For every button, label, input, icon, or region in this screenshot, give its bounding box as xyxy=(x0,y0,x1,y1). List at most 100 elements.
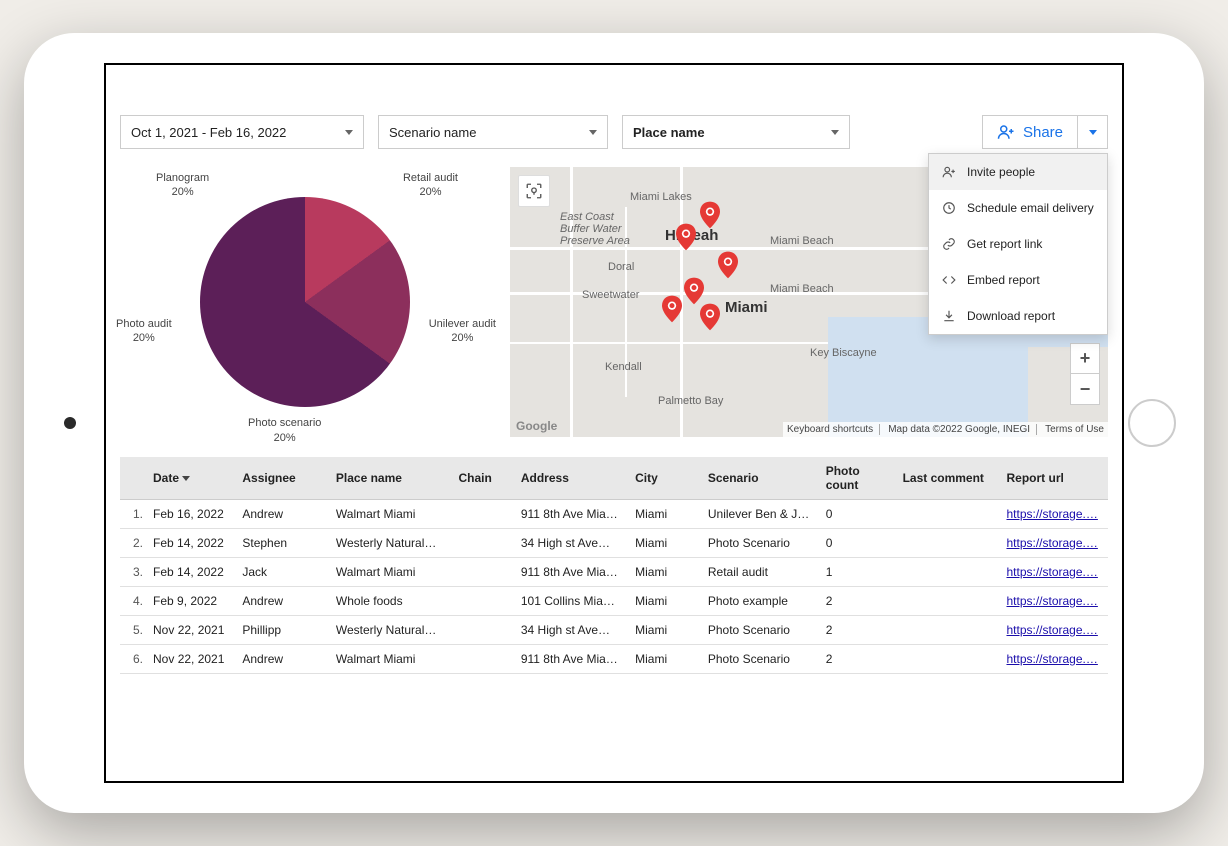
map-pin-icon[interactable] xyxy=(684,277,704,305)
report-link[interactable]: https://storage.… xyxy=(1006,507,1097,521)
cell-city: Miami xyxy=(629,616,702,645)
cell-report-url: https://storage.… xyxy=(1000,558,1108,587)
pie-label-planogram: Planogram20% xyxy=(156,171,209,200)
share-menu-download[interactable]: Download report xyxy=(929,298,1107,334)
place-filter[interactable]: Place name xyxy=(622,115,850,149)
table-header-row: Date Assignee Place name Chain Address C… xyxy=(120,457,1108,500)
map-pin-icon[interactable] xyxy=(700,201,720,229)
report-link[interactable]: https://storage.… xyxy=(1006,594,1097,608)
cell-photo-count: 0 xyxy=(820,529,897,558)
cell-chain xyxy=(453,500,515,529)
cell-place: Walmart Miami xyxy=(330,500,453,529)
table-row[interactable]: 6.Nov 22, 2021AndrewWalmart Miami911 8th… xyxy=(120,645,1108,674)
report-link[interactable]: https://storage.… xyxy=(1006,652,1097,666)
map-pin-icon[interactable] xyxy=(718,251,738,279)
map-label: Miami Beach xyxy=(770,235,834,247)
google-logo: Google xyxy=(516,419,557,433)
cell-address: 911 8th Ave Mia… xyxy=(515,645,629,674)
cell-photo-count: 1 xyxy=(820,558,897,587)
share-button-label: Share xyxy=(1023,124,1063,141)
share-button[interactable]: Share xyxy=(982,115,1078,149)
col-assignee[interactable]: Assignee xyxy=(236,457,330,500)
share-menu-schedule[interactable]: Schedule email delivery xyxy=(929,190,1107,226)
share-menu-invite[interactable]: Invite people xyxy=(929,154,1107,190)
col-address[interactable]: Address xyxy=(515,457,629,500)
map-terms-link[interactable]: Terms of Use xyxy=(1045,424,1104,435)
report-link[interactable]: https://storage.… xyxy=(1006,536,1097,550)
map-label: Miami Lakes xyxy=(630,191,692,203)
code-icon xyxy=(941,272,957,288)
chevron-down-icon xyxy=(1089,130,1097,135)
table-row[interactable]: 2.Feb 14, 2022StephenWesterly Natural…34… xyxy=(120,529,1108,558)
share-menu: Invite people Schedule email delivery Ge… xyxy=(928,153,1108,335)
pie-chart: Planogram20% Retail audit20% Unilever au… xyxy=(120,167,490,437)
row-index: 1. xyxy=(120,500,147,529)
share-menu-embed[interactable]: Embed report xyxy=(929,262,1107,298)
cell-chain xyxy=(453,587,515,616)
table-row[interactable]: 1.Feb 16, 2022AndrewWalmart Miami911 8th… xyxy=(120,500,1108,529)
cell-last-comment xyxy=(897,616,1001,645)
filter-toolbar: Oct 1, 2021 - Feb 16, 2022 Scenario name… xyxy=(120,115,1108,149)
report-link[interactable]: https://storage.… xyxy=(1006,565,1097,579)
date-range-filter[interactable]: Oct 1, 2021 - Feb 16, 2022 xyxy=(120,115,364,149)
charts-row: Planogram20% Retail audit20% Unilever au… xyxy=(120,167,1108,437)
map-pin-icon[interactable] xyxy=(700,303,720,331)
map-label: Palmetto Bay xyxy=(658,395,723,407)
pie-label-unilever-audit: Unilever audit20% xyxy=(429,317,496,346)
map-data-text: Map data ©2022 Google, INEGI xyxy=(888,424,1037,435)
cell-scenario: Photo example xyxy=(702,587,820,616)
cell-date: Nov 22, 2021 xyxy=(147,616,236,645)
cell-date: Feb 16, 2022 xyxy=(147,500,236,529)
col-chain[interactable]: Chain xyxy=(453,457,515,500)
row-index: 5. xyxy=(120,616,147,645)
map-shortcuts-link[interactable]: Keyboard shortcuts xyxy=(787,424,880,435)
cell-address: 911 8th Ave Mia… xyxy=(515,558,629,587)
cell-date: Feb 14, 2022 xyxy=(147,558,236,587)
zoom-out-button[interactable]: − xyxy=(1071,374,1099,404)
share-dropdown-toggle[interactable] xyxy=(1078,115,1108,149)
cell-chain xyxy=(453,558,515,587)
share-menu-link[interactable]: Get report link xyxy=(929,226,1107,262)
table-row[interactable]: 3.Feb 14, 2022JackWalmart Miami911 8th A… xyxy=(120,558,1108,587)
map-pin-icon[interactable] xyxy=(662,295,682,323)
sort-desc-icon xyxy=(182,476,190,481)
cell-assignee: Jack xyxy=(236,558,330,587)
cell-photo-count: 0 xyxy=(820,500,897,529)
col-place[interactable]: Place name xyxy=(330,457,453,500)
person-add-icon xyxy=(997,123,1015,141)
table-row[interactable]: 5.Nov 22, 2021PhillippWesterly Natural…3… xyxy=(120,616,1108,645)
tablet-frame: Oct 1, 2021 - Feb 16, 2022 Scenario name… xyxy=(24,33,1204,813)
map-locate-button[interactable] xyxy=(518,175,550,207)
place-filter-label: Place name xyxy=(633,125,705,140)
cell-date: Feb 9, 2022 xyxy=(147,587,236,616)
cell-report-url: https://storage.… xyxy=(1000,587,1108,616)
cell-place: Whole foods xyxy=(330,587,453,616)
zoom-in-button[interactable]: + xyxy=(1071,344,1099,374)
cell-scenario: Retail audit xyxy=(702,558,820,587)
cell-scenario: Unilever Ben & J… xyxy=(702,500,820,529)
cell-date: Nov 22, 2021 xyxy=(147,645,236,674)
report-link[interactable]: https://storage.… xyxy=(1006,623,1097,637)
cell-last-comment xyxy=(897,558,1001,587)
col-photo-count[interactable]: Photo count xyxy=(820,457,897,500)
map-attribution: Keyboard shortcuts Map data ©2022 Google… xyxy=(783,422,1108,437)
map-label: East Coast Buffer Water Preserve Area xyxy=(560,211,630,247)
cell-date: Feb 14, 2022 xyxy=(147,529,236,558)
table-row[interactable]: 4.Feb 9, 2022AndrewWhole foods101 Collin… xyxy=(120,587,1108,616)
col-date[interactable]: Date xyxy=(147,457,236,500)
cell-city: Miami xyxy=(629,587,702,616)
col-report-url[interactable]: Report url xyxy=(1000,457,1108,500)
col-scenario[interactable]: Scenario xyxy=(702,457,820,500)
col-last-comment[interactable]: Last comment xyxy=(897,457,1001,500)
cell-assignee: Andrew xyxy=(236,587,330,616)
scenario-filter[interactable]: Scenario name xyxy=(378,115,608,149)
map-pin-icon[interactable] xyxy=(676,223,696,251)
menu-item-label: Get report link xyxy=(967,237,1042,251)
cell-place: Westerly Natural… xyxy=(330,616,453,645)
cell-scenario: Photo Scenario xyxy=(702,529,820,558)
pie-label-retail-audit: Retail audit20% xyxy=(403,171,458,200)
col-city[interactable]: City xyxy=(629,457,702,500)
cell-address: 34 High st Ave… xyxy=(515,616,629,645)
clock-icon xyxy=(941,200,957,216)
menu-item-label: Invite people xyxy=(967,165,1035,179)
